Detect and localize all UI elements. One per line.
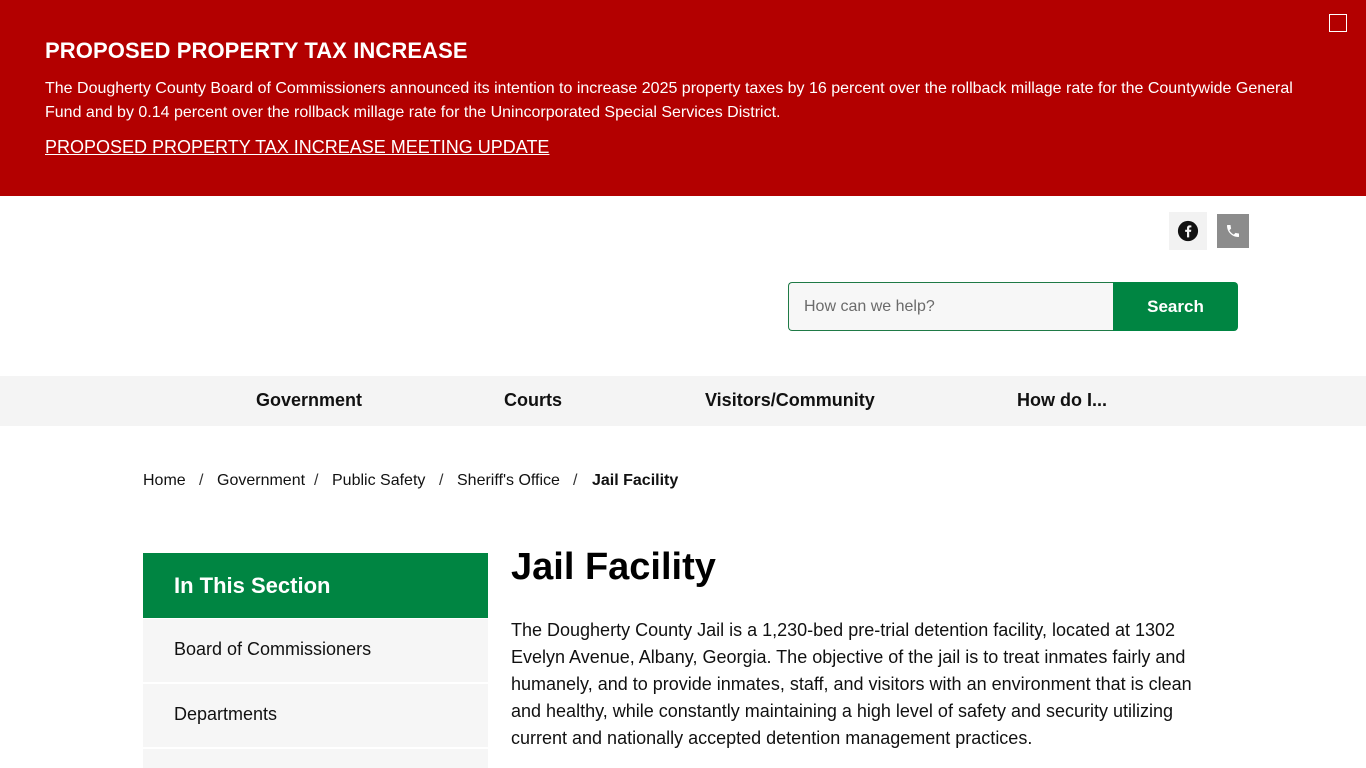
nav-item-visitors-community[interactable]: Visitors/Community bbox=[705, 390, 875, 411]
main-nav: Government Courts Visitors/Community How… bbox=[0, 376, 1366, 426]
breadcrumb-government[interactable]: Government bbox=[217, 472, 305, 490]
breadcrumb-public-safety[interactable]: Public Safety bbox=[332, 472, 425, 490]
nav-item-how-do-i[interactable]: How do I... bbox=[1017, 390, 1107, 411]
alert-close-button[interactable] bbox=[1329, 14, 1347, 32]
breadcrumb-home[interactable]: Home bbox=[143, 472, 186, 490]
breadcrumb-separator: / bbox=[199, 472, 204, 489]
breadcrumb-sheriffs-office[interactable]: Sheriff's Office bbox=[457, 472, 560, 490]
phone-icon bbox=[1227, 225, 1239, 237]
facebook-link[interactable] bbox=[1169, 212, 1207, 250]
sidebar-item-board-of-commissioners[interactable]: Board of Commissioners bbox=[143, 619, 488, 682]
page-title: Jail Facility bbox=[511, 546, 716, 588]
sidebar-item-departments[interactable]: Departments bbox=[143, 684, 488, 747]
breadcrumb-separator: / bbox=[573, 472, 578, 489]
facebook-icon bbox=[1177, 220, 1199, 242]
page-body-text: The Dougherty County Jail is a 1,230-bed… bbox=[511, 620, 1192, 748]
search-input[interactable] bbox=[788, 282, 1115, 331]
sidebar-heading: In This Section bbox=[143, 553, 488, 618]
alert-body: The Dougherty County Board of Commission… bbox=[45, 80, 1293, 121]
breadcrumb-current: Jail Facility bbox=[592, 472, 679, 489]
sidebar-item-more[interactable] bbox=[143, 749, 488, 768]
alert-title: PROPOSED PROPERTY TAX INCREASE bbox=[45, 38, 468, 63]
breadcrumb-separator: / bbox=[439, 472, 444, 489]
alert-banner: PROPOSED PROPERTY TAX INCREASE The Dough… bbox=[0, 0, 1366, 196]
phone-link[interactable] bbox=[1217, 214, 1249, 248]
alert-meeting-link[interactable]: PROPOSED PROPERTY TAX INCREASE MEETING U… bbox=[45, 137, 549, 158]
nav-item-government[interactable]: Government bbox=[256, 390, 362, 411]
search-button[interactable]: Search bbox=[1113, 282, 1238, 331]
breadcrumb-separator: / bbox=[314, 472, 319, 489]
nav-item-courts[interactable]: Courts bbox=[504, 390, 562, 411]
